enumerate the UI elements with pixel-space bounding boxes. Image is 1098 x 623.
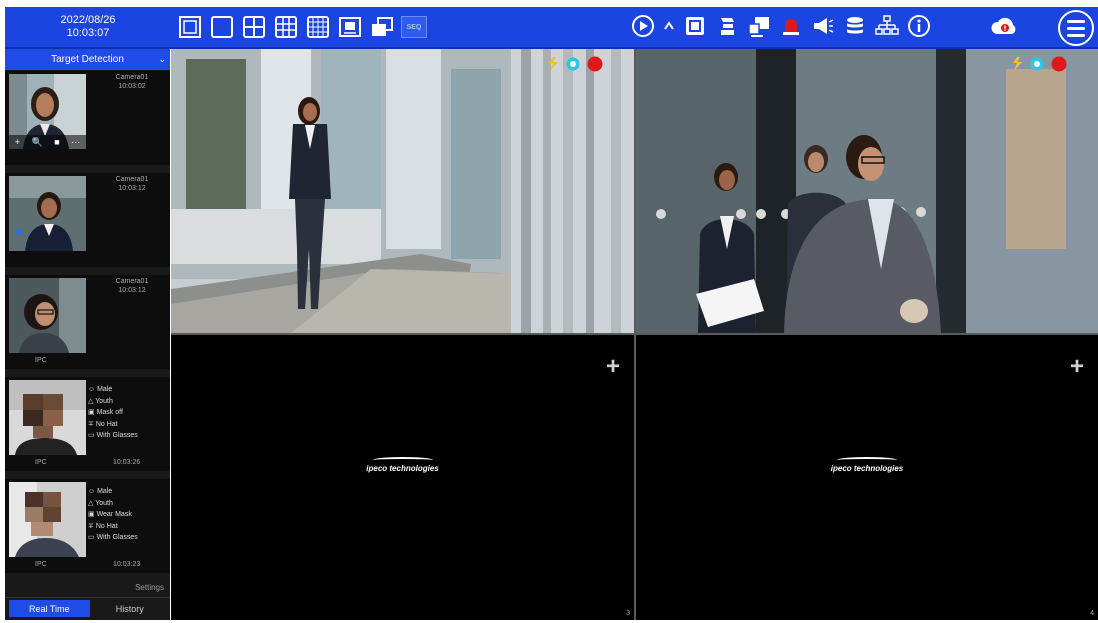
fullscreen-icon[interactable] <box>177 14 203 40</box>
ipc-label: IPC <box>35 561 47 568</box>
brand-logo: ipeco technologies <box>636 457 1098 473</box>
function-buttons <box>630 13 932 39</box>
video-icon[interactable]: ■ <box>54 137 59 147</box>
multi-window-icon[interactable] <box>369 14 395 40</box>
chevron-up-icon[interactable] <box>662 13 676 39</box>
panel-title: Target Detection <box>51 54 124 65</box>
cloud-alert-icon[interactable] <box>990 15 1018 44</box>
video-channel-1[interactable] <box>171 49 634 333</box>
brand-logo: ipeco technologies <box>171 457 634 473</box>
capture-time: 10:03:23 <box>113 561 141 568</box>
record-icon <box>587 56 603 72</box>
clock-date: 2022/08/26 <box>60 14 116 26</box>
face-snapshot[interactable] <box>9 482 86 557</box>
channel-status-icons <box>544 55 604 73</box>
sequence-button[interactable]: SEQ <box>401 16 427 38</box>
channel-number: 4 <box>1090 610 1094 617</box>
snapshot-toolbar: + 🔍 ■ ··· <box>9 135 86 149</box>
main-menu-button[interactable] <box>1058 10 1094 46</box>
monitor-icon[interactable] <box>746 13 772 39</box>
hat-attr: ∓ No Hat <box>88 420 118 428</box>
snapshot-icon[interactable] <box>682 13 708 39</box>
ipc-label: IPC <box>35 459 47 466</box>
search-icon[interactable]: 🔍 <box>32 137 43 148</box>
pip-icon[interactable] <box>337 14 363 40</box>
layout-buttons: SEQ <box>177 14 427 40</box>
record-icon <box>1051 56 1067 72</box>
capture-time: 10:03:12 <box>118 185 146 192</box>
video-channel-3[interactable]: + ipeco technologies 3 <box>171 335 634 620</box>
top-toolbar: 2022/08/26 10:03:07 SEQ <box>5 7 1098 49</box>
logo-swoosh <box>837 457 897 463</box>
chevron-down-icon[interactable]: ⌄ <box>158 49 166 70</box>
mask-attr: ▣ Wear Mask <box>88 511 132 518</box>
storage-icon[interactable] <box>842 13 868 39</box>
camera-feed <box>171 49 634 333</box>
detection-card[interactable]: Camera01 10:03:12 <box>5 173 170 271</box>
capture-time: 10:03:26 <box>113 459 141 466</box>
more-icon[interactable]: ··· <box>71 137 80 147</box>
face-detect-icon <box>1030 57 1044 71</box>
camera-name: Camera01 <box>115 74 149 81</box>
gender-attr: ☺ Male <box>88 386 113 393</box>
age-attr: △ Youth <box>88 397 113 405</box>
detection-card[interactable]: Camera01 10:03:12 IPC <box>5 275 170 373</box>
brand-name: ipeco technologies <box>830 464 904 473</box>
logo-swoosh <box>372 457 433 463</box>
detection-card[interactable]: ☺ Male △ Youth ▣ Mask off ∓ No Hat ▭ Wit… <box>5 377 170 475</box>
motion-detect-icon <box>1013 57 1022 71</box>
ptz-icon[interactable] <box>714 13 740 39</box>
face-snapshot[interactable] <box>9 176 86 251</box>
camera-feed <box>636 49 1098 333</box>
face-detect-icon <box>566 57 580 71</box>
info-icon[interactable] <box>906 13 932 39</box>
age-attr: △ Youth <box>88 499 113 507</box>
add-camera-button[interactable]: + <box>1070 355 1084 379</box>
hat-attr: ∓ No Hat <box>88 522 118 530</box>
face-snapshot[interactable] <box>9 380 86 455</box>
system-clock: 2022/08/26 10:03:07 <box>5 7 171 49</box>
target-detection-panel: Target Detection ⌄ + 🔍 ■ ··· Camera01 10… <box>5 49 170 620</box>
video-channel-4[interactable]: + ipeco technologies 4 <box>636 335 1098 620</box>
live-view-grid: + ipeco technologies 3 + ipeco technolog… <box>171 49 1098 620</box>
brand-name: ipeco technologies <box>366 464 439 473</box>
network-icon[interactable] <box>874 13 900 39</box>
channel-number: 3 <box>626 610 630 617</box>
capture-time: 10:03:12 <box>118 287 146 294</box>
video-channel-2[interactable] <box>636 49 1098 333</box>
nine-view-icon[interactable] <box>273 14 299 40</box>
camera-name: Camera01 <box>115 278 149 285</box>
clock-time: 10:03:07 <box>66 27 110 39</box>
face-attributes: ☺ Male △ Youth ▣ Mask off ∓ No Hat ▭ Wit… <box>88 384 138 442</box>
motion-detect-icon <box>549 57 558 71</box>
ipc-label: IPC <box>35 357 47 364</box>
quad-view-icon[interactable] <box>241 14 267 40</box>
playback-icon[interactable] <box>630 13 656 39</box>
panel-tabs: Real Time History <box>5 597 170 619</box>
detection-card[interactable]: ☺ Male △ Youth ▣ Wear Mask ∓ No Hat ▭ Wi… <box>5 479 170 577</box>
single-view-icon[interactable] <box>209 14 235 40</box>
face-snapshot[interactable] <box>9 278 86 353</box>
add-icon[interactable]: + <box>15 137 20 147</box>
glasses-attr: ▭ With Glasses <box>88 534 138 541</box>
camera-name: Camera01 <box>115 176 149 183</box>
capture-time: 10:03:02 <box>118 83 146 90</box>
glasses-attr: ▭ With Glasses <box>88 432 138 439</box>
add-camera-button[interactable]: + <box>606 355 620 379</box>
detection-card[interactable]: + 🔍 ■ ··· Camera01 10:03:02 <box>5 71 170 169</box>
tab-real-time[interactable]: Real Time <box>9 600 90 617</box>
channel-status-icons <box>1008 55 1068 73</box>
gender-attr: ☺ Male <box>88 488 113 495</box>
audio-icon[interactable] <box>810 13 836 39</box>
face-attributes: ☺ Male △ Youth ▣ Wear Mask ∓ No Hat ▭ Wi… <box>88 486 138 544</box>
settings-link[interactable]: Settings <box>135 583 164 592</box>
panel-header[interactable]: Target Detection ⌄ <box>5 49 170 70</box>
mask-attr: ▣ Mask off <box>88 409 123 416</box>
tab-history[interactable]: History <box>90 598 171 619</box>
sixteen-view-icon[interactable] <box>305 14 331 40</box>
alarm-icon[interactable] <box>778 13 804 39</box>
